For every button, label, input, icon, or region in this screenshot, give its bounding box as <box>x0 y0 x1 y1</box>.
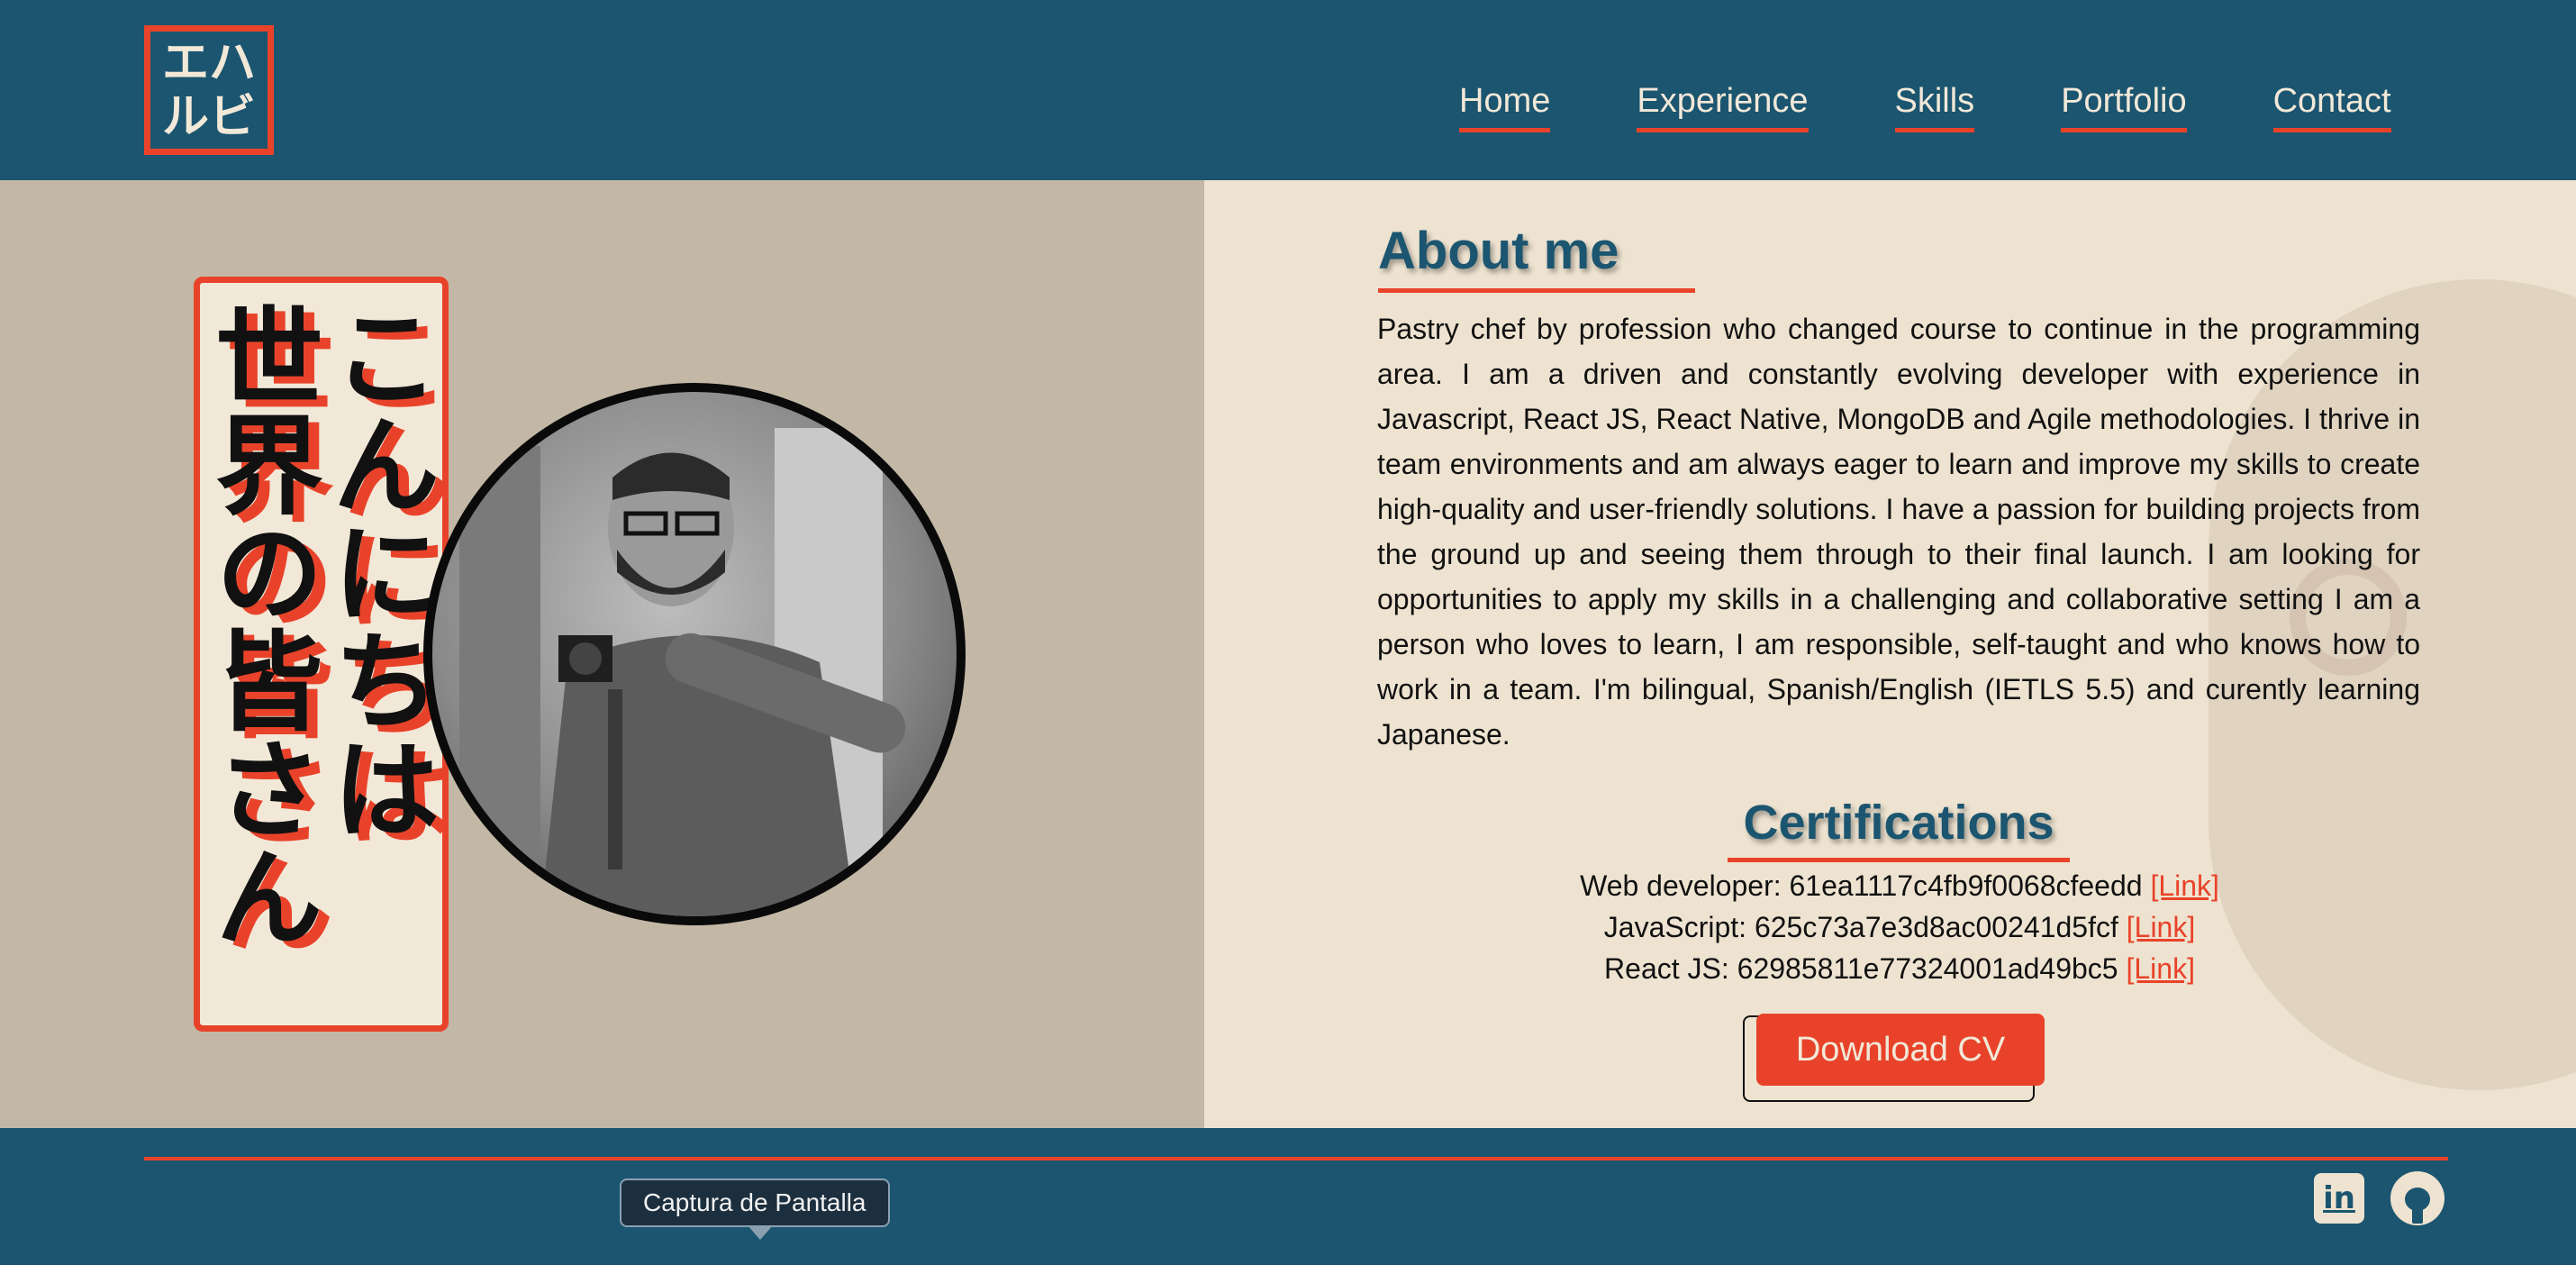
profile-photo-illustration <box>459 428 906 916</box>
download-cv-button[interactable]: Download CV <box>1756 1014 2045 1086</box>
nav-portfolio[interactable]: Portfolio <box>2061 81 2187 132</box>
github-icon[interactable] <box>2390 1171 2444 1225</box>
certification-label: Web developer: 61ea1117c4fb9f0068cfeedd <box>1580 869 2143 902</box>
certification-item: React JS: 62985811e77324001ad49bc5 [Link… <box>1378 948 2421 989</box>
nav-home[interactable]: Home <box>1459 81 1551 132</box>
footer-divider <box>144 1157 2448 1160</box>
logo-line-2: ルビ <box>161 90 256 144</box>
greeting-text-right: こんにちは <box>313 301 439 842</box>
nav-skills[interactable]: Skills <box>1894 81 1975 132</box>
screenshot-tooltip: Captura de Pantalla <box>620 1179 890 1240</box>
certification-item: Web developer: 61ea1117c4fb9f0068cfeedd … <box>1378 865 2421 906</box>
site-header: エハ ルビ Home Experience Skills Portfolio C… <box>0 0 2576 180</box>
certification-item: JavaScript: 625c73a7e3d8ac00241d5fcf [Li… <box>1378 906 2421 948</box>
certification-link-web[interactable]: [Link] <box>2150 869 2218 902</box>
certification-link-javascript[interactable]: [Link] <box>2127 911 2195 943</box>
site-footer: Captura de Pantalla in <box>0 1128 2576 1265</box>
linkedin-icon[interactable]: in <box>2314 1173 2364 1224</box>
site-logo[interactable]: エハ ルビ <box>144 25 274 155</box>
certifications-title: Certifications <box>1728 795 2070 862</box>
main-nav: Home Experience Skills Portfolio Contact <box>1459 81 2391 132</box>
about-text: Pastry chef by profession who changed co… <box>1377 313 2420 751</box>
certification-link-react[interactable]: [Link] <box>2126 952 2194 985</box>
certification-label: React JS: 62985811e77324001ad49bc5 <box>1604 952 2118 985</box>
hero-panel: こんにちは 世界の皆さん <box>0 180 1204 1128</box>
greeting-text-left: 世界の皆さん <box>196 301 322 950</box>
logo-line-1: エハ <box>161 36 256 90</box>
profile-photo <box>423 383 966 925</box>
about-title: About me <box>1378 221 1695 293</box>
nav-experience[interactable]: Experience <box>1637 81 1809 132</box>
greeting-box: こんにちは 世界の皆さん <box>194 277 449 1032</box>
certification-label: JavaScript: 625c73a7e3d8ac00241d5fcf <box>1603 911 2118 943</box>
nav-contact[interactable]: Contact <box>2272 81 2391 132</box>
certifications-list: Web developer: 61ea1117c4fb9f0068cfeedd … <box>1378 865 2421 989</box>
